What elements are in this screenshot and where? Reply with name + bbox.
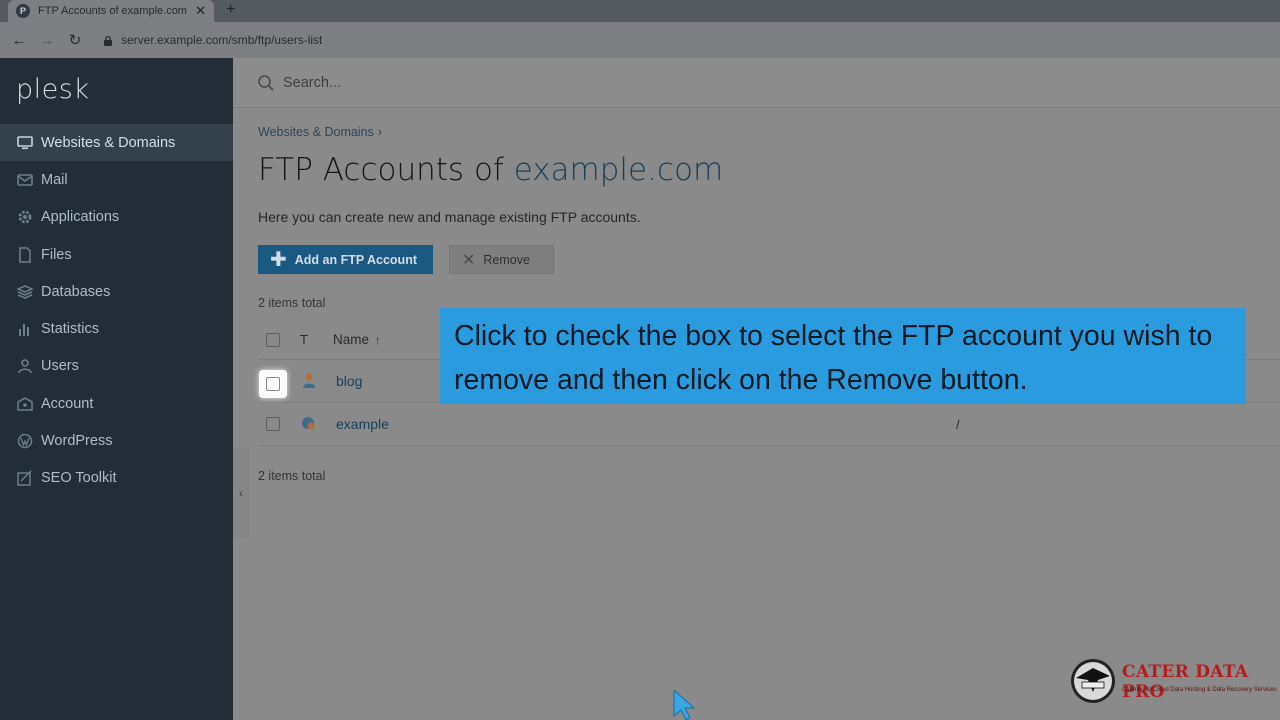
page-title-prefix: FTP Accounts of: [258, 152, 514, 188]
column-header-name-label: Name: [332, 332, 369, 347]
sidebar-item-label: Statistics: [41, 321, 100, 338]
monitor-icon: [16, 135, 34, 151]
page-title-domain-link[interactable]: example.com: [514, 152, 724, 188]
sidebar-item-applications[interactable]: Applications: [0, 199, 233, 236]
watermark-logo: CATER DATA PRO Catering to Cloud Data Ho…: [1068, 656, 1277, 706]
database-icon: [16, 284, 34, 300]
wordpress-icon: [16, 433, 34, 449]
user-icon: [16, 358, 34, 374]
search-input[interactable]: [283, 74, 470, 91]
home-directory: /: [956, 416, 960, 432]
search-icon: [257, 74, 275, 92]
tab-close-icon[interactable]: ✕: [195, 3, 206, 19]
sidebar-item-label: SEO Toolkit: [41, 470, 117, 487]
address-bar: ← → ↻ server.example.com/smb/ftp/users-l…: [0, 22, 1280, 58]
browser-tab[interactable]: P FTP Accounts of example.com - ✕: [8, 0, 214, 22]
sidebar-item-label: WordPress: [41, 433, 113, 450]
gear-icon: [16, 209, 34, 225]
tutorial-callout: Click to check the box to select the FTP…: [440, 308, 1246, 404]
add-ftp-account-button[interactable]: ✚ Add an FTP Account: [258, 245, 433, 274]
table-row: example /: [258, 403, 1280, 446]
collapse-sidebar-button[interactable]: ‹: [233, 448, 249, 538]
sidebar-item-label: Users: [41, 358, 79, 375]
tab-title: FTP Accounts of example.com -: [38, 5, 190, 17]
account-name-link[interactable]: blog: [336, 373, 362, 389]
forward-arrow-icon[interactable]: →: [33, 32, 61, 49]
breadcrumb-separator: ›: [377, 125, 382, 139]
seo-icon: [16, 470, 34, 487]
bar-chart-icon: [16, 321, 34, 337]
breadcrumb-link-websites-domains[interactable]: Websites & Domains: [258, 125, 374, 139]
add-ftp-account-label: Add an FTP Account: [294, 252, 417, 267]
page-title: FTP Accounts of example.com: [258, 152, 723, 188]
items-total-top: 2 items total: [258, 296, 326, 310]
row-checkbox-example[interactable]: [266, 417, 280, 431]
back-arrow-icon[interactable]: ←: [5, 32, 33, 49]
remove-label: Remove: [483, 252, 530, 267]
items-total-bottom: 2 items total: [258, 469, 326, 483]
plesk-logo[interactable]: plesk: [16, 74, 89, 105]
sidebar-item-account[interactable]: Account: [0, 385, 233, 422]
sidebar-item-wordpress[interactable]: WordPress: [0, 422, 233, 459]
sidebar-item-mail[interactable]: Mail: [0, 161, 233, 198]
sidebar-menu: Websites & Domains Mail Applications Fil…: [0, 124, 233, 497]
reload-icon[interactable]: ↻: [61, 31, 89, 49]
browser-tab-bar: P FTP Accounts of example.com - ✕ +: [0, 0, 1280, 22]
plesk-favicon-icon: P: [16, 4, 30, 18]
url-text[interactable]: server.example.com/smb/ftp/users-list: [121, 33, 322, 47]
sidebar-item-label: Websites & Domains: [41, 134, 176, 151]
sidebar-item-seo-toolkit[interactable]: SEO Toolkit: [0, 460, 233, 497]
watermark-tagline: Catering to Cloud Data Hosting & Data Re…: [1122, 687, 1277, 693]
id-card-icon: [16, 396, 34, 412]
sidebar-item-websites-domains[interactable]: Websites & Domains: [0, 124, 233, 162]
highlighted-checkbox-blog[interactable]: [259, 370, 287, 398]
envelope-icon: [16, 172, 34, 188]
page-description: Here you can create new and manage exist…: [258, 209, 641, 225]
remove-button[interactable]: ✕ Remove: [449, 245, 554, 274]
lock-icon: [103, 35, 113, 46]
account-name-link[interactable]: example: [336, 416, 389, 432]
ftp-user-icon: [300, 372, 318, 390]
sidebar-item-databases[interactable]: Databases: [0, 273, 233, 310]
sidebar-item-label: Applications: [41, 209, 120, 226]
select-all-checkbox[interactable]: [266, 332, 280, 347]
remove-x-icon: ✕: [462, 251, 476, 269]
watermark-brand: CATER DATA PRO: [1122, 662, 1249, 702]
column-header-name[interactable]: Name ↑: [333, 332, 381, 347]
chevron-left-icon: ‹: [239, 486, 243, 500]
folder-icon: [16, 246, 34, 263]
eagle-emblem-icon: [1071, 659, 1115, 703]
breadcrumb: Websites & Domains ›: [258, 125, 382, 139]
plus-icon: ✚: [270, 249, 287, 271]
sidebar: plesk Websites & Domains Mail Applicatio…: [0, 58, 233, 720]
sidebar-item-label: Files: [41, 246, 72, 263]
sidebar-item-users[interactable]: Users: [0, 348, 233, 385]
sidebar-item-label: Account: [41, 395, 94, 412]
checkbox-square: [266, 377, 280, 391]
sidebar-item-statistics[interactable]: Statistics: [0, 310, 233, 347]
sidebar-item-label: Mail: [41, 171, 68, 188]
sort-ascending-icon: ↑: [374, 333, 381, 347]
new-tab-button[interactable]: +: [226, 1, 235, 19]
sidebar-item-label: Databases: [41, 283, 111, 300]
ftp-main-account-icon: [300, 415, 318, 433]
sidebar-item-files[interactable]: Files: [0, 236, 233, 273]
search-bar: [233, 58, 1280, 108]
column-header-type[interactable]: T: [300, 332, 308, 347]
